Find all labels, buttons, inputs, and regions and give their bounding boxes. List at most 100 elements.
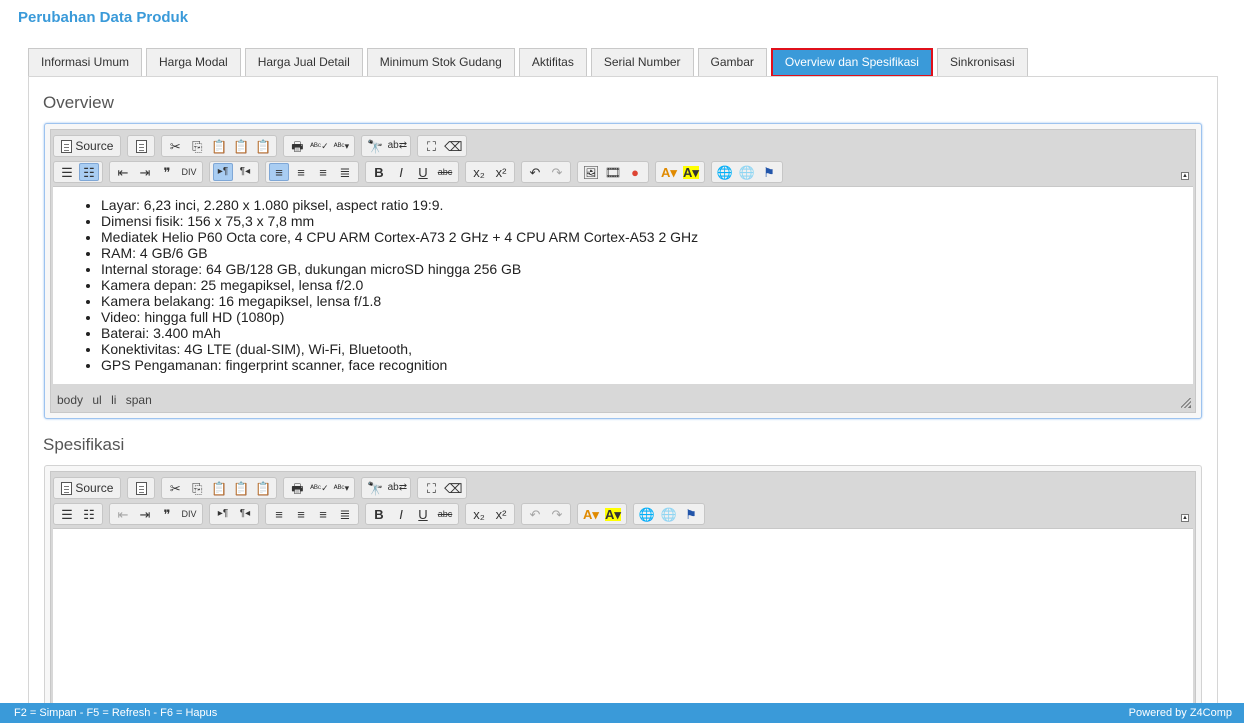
align-center-button[interactable]: ≡: [291, 163, 311, 181]
replace-button[interactable]: ab⇄: [387, 137, 408, 155]
redo-button[interactable]: ↷: [547, 163, 567, 181]
toolbar-collapse-icon[interactable]: ▲: [1181, 514, 1189, 522]
justify-button[interactable]: ≣: [335, 505, 355, 523]
tab-harga-modal[interactable]: Harga Modal: [146, 48, 241, 77]
outdent-button[interactable]: ⇤: [113, 163, 133, 181]
align-right-button[interactable]: ≡: [313, 505, 333, 523]
toolbar-collapse-icon[interactable]: ▲: [1181, 172, 1189, 180]
bg-color-button[interactable]: A▾: [603, 505, 623, 523]
tab-informasi-umum[interactable]: Informasi Umum: [28, 48, 143, 77]
undo-button[interactable]: ↶: [525, 163, 545, 181]
find-button[interactable]: 🔭: [365, 479, 385, 497]
path-item-span[interactable]: span: [126, 393, 152, 407]
rtl-button[interactable]: ¶◂: [235, 505, 255, 523]
outdent-button[interactable]: ⇤: [113, 505, 133, 523]
bold-button[interactable]: B: [369, 505, 389, 523]
italic-button[interactable]: I: [391, 163, 411, 181]
copy-button[interactable]: ⎘: [187, 137, 207, 155]
tab-aktifitas[interactable]: Aktifitas: [518, 48, 587, 77]
unlink-button[interactable]: 🌐: [737, 163, 757, 181]
tab-minimum-stok-gudang[interactable]: Minimum Stok Gudang: [366, 48, 515, 77]
strike-button[interactable]: abc: [435, 505, 455, 523]
spesifikasi-content[interactable]: [53, 528, 1193, 709]
overview-content[interactable]: Layar: 6,23 inci, 2.280 x 1.080 piksel, …: [53, 186, 1193, 386]
justify-button[interactable]: ≣: [335, 163, 355, 181]
numbered-list-button[interactable]: ☰: [57, 163, 77, 181]
bold-button[interactable]: B: [369, 163, 389, 181]
paste-word-button[interactable]: 📋: [253, 137, 273, 155]
spellcheck-dropdown[interactable]: ᴬᴮᶜ▾: [331, 137, 351, 155]
print-button[interactable]: 🖶: [287, 137, 307, 155]
bulleted-list-button[interactable]: ☷: [79, 163, 99, 181]
copy-button[interactable]: ⎘: [187, 479, 207, 497]
text-color-button[interactable]: A▾: [581, 505, 601, 523]
paste-word-button[interactable]: 📋: [253, 479, 273, 497]
align-left-button[interactable]: ≡: [269, 163, 289, 181]
link-button[interactable]: 🌐: [715, 163, 735, 181]
paste-button[interactable]: 📋: [209, 137, 229, 155]
link-button[interactable]: 🌐: [637, 505, 657, 523]
underline-button[interactable]: U: [413, 163, 433, 181]
tab-harga-jual-detail[interactable]: Harga Jual Detail: [244, 48, 363, 77]
resize-handle-icon[interactable]: [1181, 398, 1191, 408]
paste-text-button[interactable]: 📋: [231, 137, 251, 155]
indent-button[interactable]: ⇥: [135, 163, 155, 181]
unlink-button[interactable]: 🌐: [659, 505, 679, 523]
subscript-button[interactable]: x₂: [469, 505, 489, 523]
select-all-button[interactable]: ⛶: [421, 137, 441, 155]
paste-button[interactable]: 📋: [209, 479, 229, 497]
redo-button[interactable]: ↷: [547, 505, 567, 523]
tab-serial-number[interactable]: Serial Number: [590, 48, 694, 77]
templates-button[interactable]: [131, 479, 151, 497]
spellcheck-button[interactable]: ᴬᴮᶜ✓: [309, 479, 329, 497]
div-button[interactable]: DIV: [179, 505, 199, 523]
path-item-li[interactable]: li: [111, 393, 116, 407]
image-button[interactable]: 🖼: [581, 163, 601, 181]
tab-overview-dan-spesifikasi[interactable]: Overview dan Spesifikasi: [770, 48, 933, 77]
spellcheck-button[interactable]: ᴬᴮᶜ✓: [309, 137, 329, 155]
undo-button[interactable]: ↶: [525, 505, 545, 523]
underline-button[interactable]: U: [413, 505, 433, 523]
text-color-button[interactable]: A▾: [659, 163, 679, 181]
film-icon: 🎞: [604, 164, 622, 180]
flash-button[interactable]: ●: [625, 163, 645, 181]
blockquote-button[interactable]: ❞: [157, 505, 177, 523]
replace-button[interactable]: ab⇄: [387, 479, 408, 497]
path-item-ul[interactable]: ul: [92, 393, 101, 407]
table-button[interactable]: 🎞: [603, 163, 623, 181]
rtl-button[interactable]: ¶◂: [235, 163, 255, 181]
ltr-button[interactable]: ▸¶: [213, 505, 233, 523]
div-button[interactable]: DIV: [179, 163, 199, 181]
align-right-button[interactable]: ≡: [313, 163, 333, 181]
tab-sinkronisasi[interactable]: Sinkronisasi: [936, 48, 1028, 77]
cut-button[interactable]: ✂: [165, 479, 185, 497]
path-item-body[interactable]: body: [57, 393, 83, 407]
tab-gambar[interactable]: Gambar: [697, 48, 767, 77]
anchor-button[interactable]: ⚑: [759, 163, 779, 181]
bulleted-list-button[interactable]: ☷: [79, 505, 99, 523]
remove-format-button[interactable]: ⌫: [443, 479, 463, 497]
bg-color-button[interactable]: A▾: [681, 163, 701, 181]
align-center-button[interactable]: ≡: [291, 505, 311, 523]
blockquote-button[interactable]: ❞: [157, 163, 177, 181]
align-left-button[interactable]: ≡: [269, 505, 289, 523]
print-button[interactable]: 🖶: [287, 479, 307, 497]
paste-text-button[interactable]: 📋: [231, 479, 251, 497]
remove-format-button[interactable]: ⌫: [443, 137, 463, 155]
spellcheck-dropdown[interactable]: ᴬᴮᶜ▾: [331, 479, 351, 497]
anchor-button[interactable]: ⚑: [681, 505, 701, 523]
indent-button[interactable]: ⇥: [135, 505, 155, 523]
select-all-button[interactable]: ⛶: [421, 479, 441, 497]
superscript-button[interactable]: x²: [491, 163, 511, 181]
ltr-button[interactable]: ▸¶: [213, 163, 233, 181]
numbered-list-button[interactable]: ☰: [57, 505, 77, 523]
strike-button[interactable]: abc: [435, 163, 455, 181]
superscript-button[interactable]: x²: [491, 505, 511, 523]
source-button[interactable]: Source: [57, 137, 117, 155]
subscript-button[interactable]: x₂: [469, 163, 489, 181]
templates-button[interactable]: [131, 137, 151, 155]
find-button[interactable]: 🔭: [365, 137, 385, 155]
source-button[interactable]: Source: [57, 479, 117, 497]
italic-button[interactable]: I: [391, 505, 411, 523]
cut-button[interactable]: ✂: [165, 137, 185, 155]
